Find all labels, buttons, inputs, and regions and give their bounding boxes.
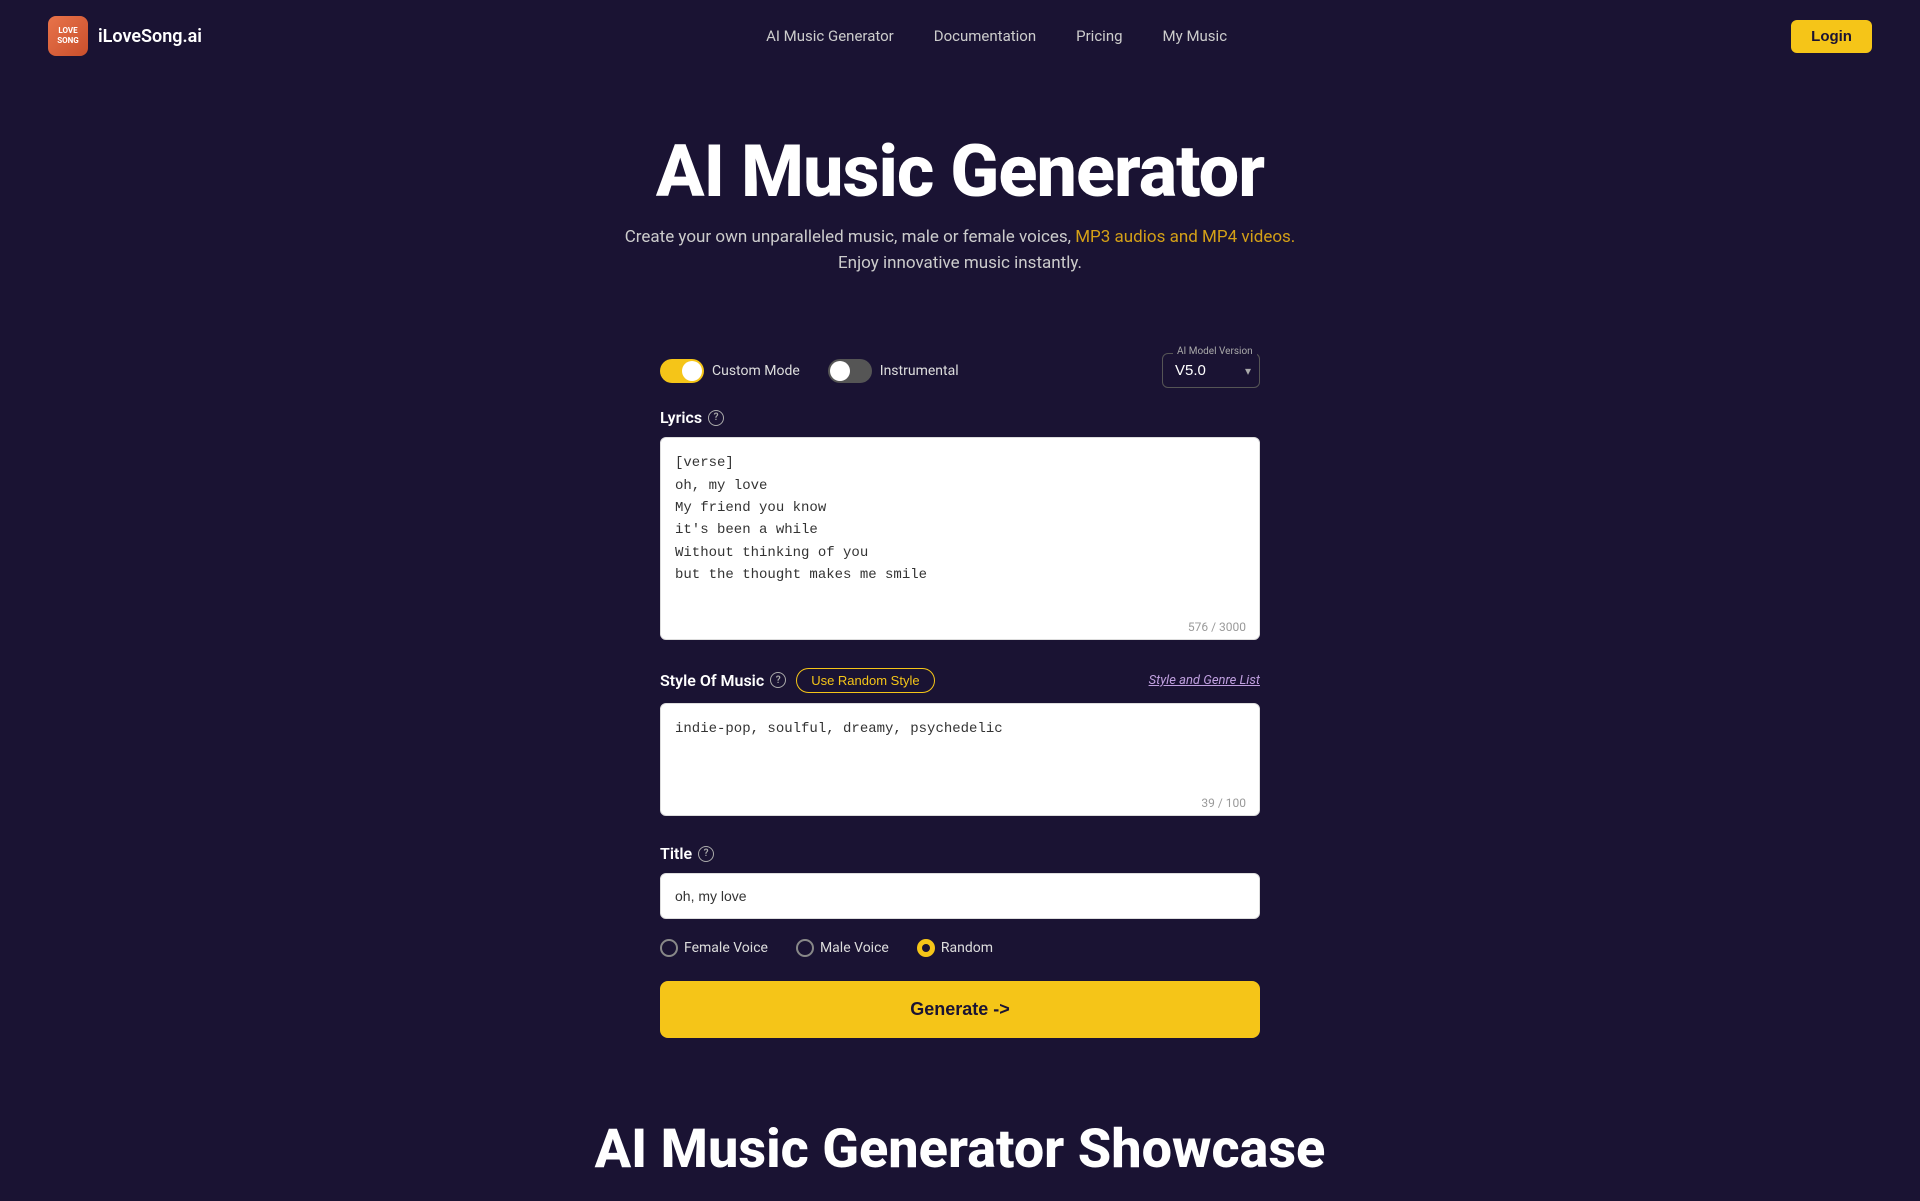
title-help-icon[interactable]: ?	[698, 846, 714, 862]
nav-pricing[interactable]: Pricing	[1076, 27, 1122, 45]
ai-model-select[interactable]: V5.0 V4.0 V3.0	[1171, 358, 1251, 383]
hero-subtitle2: Enjoy innovative music instantly.	[20, 253, 1900, 273]
generate-button[interactable]: Generate ->	[660, 981, 1260, 1038]
instrumental-toggle-item: Instrumental	[828, 359, 959, 383]
style-help-icon[interactable]: ?	[770, 672, 786, 688]
title-section: Title ?	[660, 844, 1260, 919]
main-form: Custom Mode Instrumental AI Model Versio…	[640, 353, 1280, 1098]
title-input[interactable]	[660, 873, 1260, 919]
random-voice-label: Random	[941, 940, 993, 956]
female-voice-option[interactable]: Female Voice	[660, 939, 768, 957]
hero-subtitle: Create your own unparalleled music, male…	[20, 227, 1900, 247]
nav-ai-music-gen[interactable]: AI Music Generator	[766, 27, 894, 45]
female-voice-radio[interactable]	[660, 939, 678, 957]
lyrics-section: Lyrics ? [verse] oh, my love My friend y…	[660, 408, 1260, 644]
instrumental-knob	[830, 361, 850, 381]
style-genre-link[interactable]: Style and Genre List	[1149, 673, 1260, 688]
random-voice-radio[interactable]	[917, 939, 935, 957]
showcase-title: AI Music Generator Showcase	[20, 1118, 1900, 1181]
male-voice-option[interactable]: Male Voice	[796, 939, 889, 957]
nav-my-music[interactable]: My Music	[1163, 27, 1228, 45]
ai-model-wrapper: AI Model Version V5.0 V4.0 V3.0 ▾	[1162, 353, 1260, 388]
lyrics-char-count: 576 / 3000	[1188, 620, 1246, 634]
toggles-row: Custom Mode Instrumental AI Model Versio…	[660, 353, 1260, 388]
custom-mode-toggle-item: Custom Mode	[660, 359, 800, 383]
title-label: Title ?	[660, 844, 1260, 863]
navbar: LOVE SONG iLoveSong.ai AI Music Generato…	[0, 0, 1920, 72]
custom-mode-label: Custom Mode	[712, 363, 800, 379]
custom-mode-knob	[682, 361, 702, 381]
style-header: Style Of Music ? Use Random Style Style …	[660, 668, 1260, 693]
style-section: Style Of Music ? Use Random Style Style …	[660, 668, 1260, 820]
toggle-group: Custom Mode Instrumental	[660, 359, 959, 383]
lyrics-label: Lyrics ?	[660, 408, 1260, 427]
logo[interactable]: LOVE SONG iLoveSong.ai	[48, 16, 202, 56]
style-textarea[interactable]: indie-pop, soulful, dreamy, psychedelic	[660, 703, 1260, 816]
lyrics-textarea[interactable]: [verse] oh, my love My friend you know i…	[660, 437, 1260, 640]
female-voice-label: Female Voice	[684, 940, 768, 956]
radio-inner	[922, 944, 930, 952]
nav-links: AI Music Generator Documentation Pricing…	[766, 27, 1227, 45]
custom-mode-toggle[interactable]	[660, 359, 704, 383]
lyrics-textarea-wrapper: [verse] oh, my love My friend you know i…	[660, 437, 1260, 644]
logo-text: iLoveSong.ai	[98, 26, 202, 47]
style-char-count: 39 / 100	[1201, 796, 1246, 810]
logo-icon: LOVE SONG	[48, 16, 88, 56]
random-voice-option[interactable]: Random	[917, 939, 993, 957]
voice-row: Female Voice Male Voice Random	[660, 939, 1260, 957]
login-button[interactable]: Login	[1791, 20, 1872, 53]
style-left: Style Of Music ? Use Random Style	[660, 668, 935, 693]
ai-model-label: AI Model Version	[1173, 346, 1257, 357]
nav-documentation[interactable]: Documentation	[934, 27, 1036, 45]
instrumental-label: Instrumental	[880, 363, 959, 379]
male-voice-radio[interactable]	[796, 939, 814, 957]
showcase-section: AI Music Generator Showcase	[0, 1098, 1920, 1201]
instrumental-toggle[interactable]	[828, 359, 872, 383]
random-style-button[interactable]: Use Random Style	[796, 668, 934, 693]
hero-section: AI Music Generator Create your own unpar…	[0, 72, 1920, 353]
style-label: Style Of Music ?	[660, 671, 786, 690]
lyrics-help-icon[interactable]: ?	[708, 410, 724, 426]
male-voice-label: Male Voice	[820, 940, 889, 956]
hero-title: AI Music Generator	[20, 132, 1900, 211]
style-textarea-wrapper: indie-pop, soulful, dreamy, psychedelic …	[660, 703, 1260, 820]
